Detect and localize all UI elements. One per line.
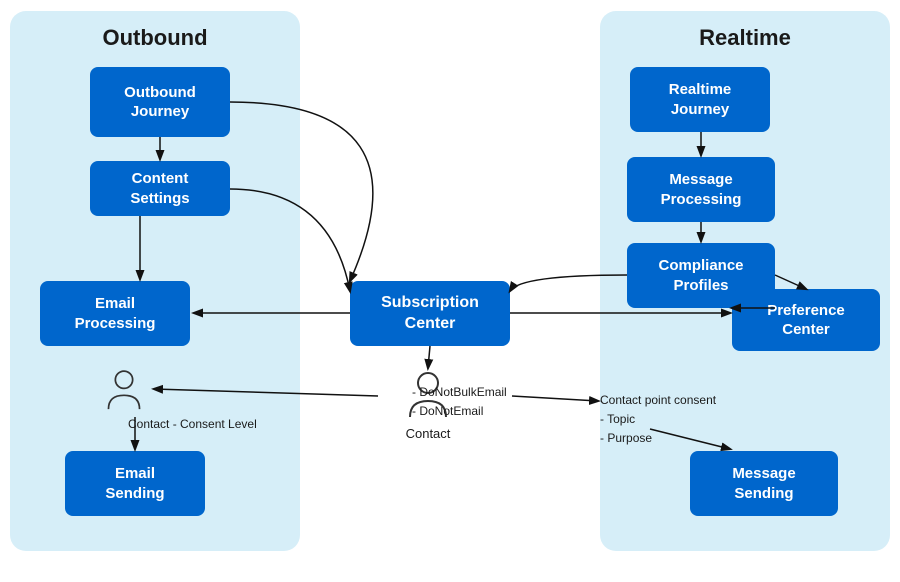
preference-center-box: Preference Center [732, 289, 880, 351]
contact-point-props: Contact point consent - Topic - Purpose [600, 391, 716, 449]
left-contact-person-icon [105, 369, 143, 413]
absolute-layer: Outbound Journey Content Settings Email … [10, 11, 890, 571]
content-settings-box: Content Settings [90, 161, 230, 216]
left-contact-figure [105, 369, 143, 418]
contact-label: Contact [378, 426, 478, 441]
subscription-center-box: Subscription Center [350, 281, 510, 346]
contact-prop-2: - DoNotEmail [412, 402, 507, 421]
realtime-journey-box: Realtime Journey [630, 67, 770, 132]
email-processing-box: Email Processing [40, 281, 190, 346]
outbound-journey-box: Outbound Journey [90, 67, 230, 137]
message-sending-box: Message Sending [690, 451, 838, 516]
left-contact-label: Contact - Consent Level [128, 417, 257, 431]
email-sending-box: Email Sending [65, 451, 205, 516]
diagram-container: Outbound Realtime Outbound Journey Conte… [10, 11, 890, 571]
contact-prop-1: - DoNotBulkEmail [412, 383, 507, 402]
contact-point-prop-1: Contact point consent [600, 391, 716, 410]
contact-point-prop-2: - Topic [600, 410, 716, 429]
contact-point-prop-3: - Purpose [600, 429, 716, 448]
message-processing-box: Message Processing [627, 157, 775, 222]
contact-props-block: - DoNotBulkEmail - DoNotEmail [412, 383, 507, 421]
